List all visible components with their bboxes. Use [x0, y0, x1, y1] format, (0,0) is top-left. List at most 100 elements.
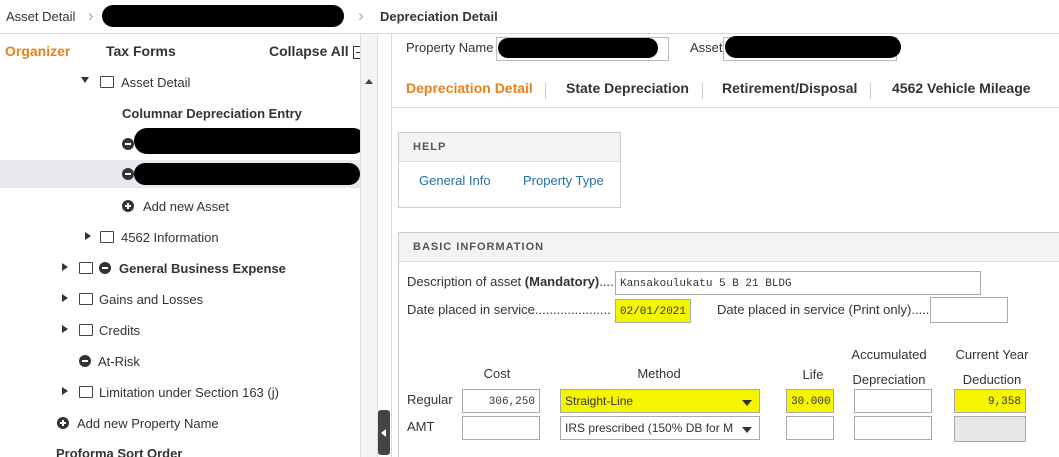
tree-item-label: Limitation under Section 163 (j)	[99, 385, 279, 400]
col-header-cost: Cost	[483, 366, 511, 381]
tree-item-credits[interactable]: Credits	[0, 316, 360, 344]
tree-item-label: 4562 Information	[121, 230, 219, 245]
tab-depreciation-detail[interactable]: Depreciation Detail	[406, 80, 533, 96]
detail-tabs: Depreciation Detail State Depreciation R…	[392, 72, 1059, 108]
tree-item-label: At-Risk	[98, 354, 140, 369]
description-label: Description of asset (Mandatory)....	[407, 274, 614, 289]
tab-divider	[545, 82, 546, 99]
collapse-all-button[interactable]: Collapse All	[269, 43, 366, 59]
redacted-breadcrumb	[102, 5, 344, 27]
general-info-link[interactable]: General Info	[419, 173, 491, 188]
redacted-asset-field	[725, 36, 901, 58]
tree-item-add-property[interactable]: Add new Property Name	[0, 409, 360, 437]
tree-item-limitation-163j[interactable]: Limitation under Section 163 (j)	[0, 378, 360, 406]
breadcrumb-asset-detail[interactable]: Asset Detail	[6, 9, 75, 24]
amt-label: AMT	[407, 419, 435, 434]
regular-label: Regular	[407, 392, 453, 407]
regular-accum-depreciation-input[interactable]	[854, 389, 932, 413]
tree-item-add-asset[interactable]: Add new Asset	[0, 192, 360, 220]
tree-item-4562-information[interactable]: 4562 Information	[0, 223, 360, 251]
tree-item-asset-2[interactable]	[0, 160, 360, 188]
amt-deduction-input	[954, 416, 1026, 442]
amt-method-select[interactable]: IRS prescribed (150% DB for M	[560, 416, 760, 440]
chevron-down-icon	[742, 427, 752, 433]
organizer-tabs: Organizer Tax Forms Collapse All	[0, 34, 376, 68]
breadcrumb-depreciation-detail: Depreciation Detail	[380, 9, 498, 24]
regular-deduction-input[interactable]: 9,358	[954, 389, 1026, 413]
left-scrollbar[interactable]	[360, 34, 378, 457]
regular-life-input[interactable]: 30.000	[786, 389, 834, 413]
tree-item-label: General Business Expense	[119, 261, 286, 276]
amt-cost-input[interactable]	[462, 416, 540, 440]
regular-cost-input[interactable]: 306,250	[462, 389, 540, 413]
minus-circle-icon	[122, 168, 134, 180]
plus-circle-icon	[122, 200, 134, 212]
tree-item-proforma[interactable]: Proforma Sort Order	[0, 439, 360, 457]
amt-life-input[interactable]	[786, 416, 834, 440]
col-header-accumulated: Accumulated	[851, 347, 927, 362]
col-header-depreciation: Depreciation	[852, 372, 926, 387]
col-header-deduction: Deduction	[962, 372, 1022, 387]
tree-item-label: Gains and Losses	[99, 292, 204, 307]
chevron-right-icon[interactable]	[62, 294, 68, 302]
tab-divider	[870, 82, 871, 99]
chevron-right-icon[interactable]	[62, 325, 68, 333]
basic-information-panel: BASIC INFORMATION Description of asset (…	[398, 232, 1059, 457]
col-header-method: Method	[637, 366, 681, 381]
tree-item-columnar[interactable]: Columnar Depreciation Entry	[0, 99, 360, 127]
date-placed-print-input[interactable]	[930, 297, 1008, 323]
amt-method-value: IRS prescribed (150% DB for M	[565, 421, 734, 435]
chevron-right-icon[interactable]	[85, 232, 91, 240]
chevron-down-icon	[742, 400, 752, 406]
basic-information-header: BASIC INFORMATION	[399, 233, 1059, 262]
tab-4562-vehicle-mileage[interactable]: 4562 Vehicle Mileage	[892, 80, 1031, 96]
description-input[interactable]: Kansakoulukatu 5 B 21 BLDG	[615, 271, 981, 295]
collapse-pane-handle[interactable]	[378, 410, 390, 455]
tree-item-label: Add new Asset	[143, 199, 229, 214]
tree-item-asset-1[interactable]	[0, 128, 366, 158]
breadcrumb: Asset Detail › › Depreciation Detail	[0, 0, 1059, 34]
minus-circle-icon	[122, 138, 134, 150]
detail-pane: Property Name Asset Depreciation Detail …	[392, 34, 1059, 457]
col-header-life: Life	[802, 367, 824, 382]
tab-organizer[interactable]: Organizer	[5, 43, 70, 59]
tab-retirement-disposal[interactable]: Retirement/Disposal	[722, 80, 857, 96]
chevron-right-icon[interactable]	[62, 387, 68, 395]
chevron-right-icon[interactable]	[62, 263, 68, 271]
minus-circle-icon	[79, 355, 91, 367]
amt-accum-depreciation-input[interactable]	[854, 416, 932, 440]
tree-item-label: Add new Property Name	[77, 416, 219, 431]
tree-item-at-risk[interactable]: At-Risk	[0, 347, 360, 375]
help-panel-header: HELP	[399, 133, 620, 162]
redacted-property-name	[498, 38, 658, 58]
folder-icon	[79, 324, 93, 336]
tree-item-label: Proforma Sort Order	[56, 446, 183, 457]
redacted-asset	[134, 163, 360, 185]
folder-icon	[100, 231, 114, 243]
collapse-all-label: Collapse All	[269, 43, 349, 59]
organizer-pane: Organizer Tax Forms Collapse All Asset D…	[0, 34, 376, 457]
date-placed-input[interactable]: 02/01/2021	[615, 299, 691, 323]
scroll-up-icon[interactable]	[365, 79, 373, 84]
tab-tax-forms[interactable]: Tax Forms	[106, 43, 176, 59]
date-placed-print-label: Date placed in service (Print only).....…	[717, 302, 934, 317]
chevron-right-icon: ›	[358, 6, 364, 25]
property-name-label: Property Name	[406, 40, 494, 55]
tree-item-general-business-expense[interactable]: General Business Expense	[0, 254, 360, 282]
minus-circle-icon	[99, 262, 111, 274]
plus-circle-icon	[57, 417, 69, 429]
folder-icon	[79, 293, 93, 305]
tree-item-label: Asset Detail	[121, 75, 191, 90]
help-panel: HELP General Info Property Type	[398, 132, 621, 208]
date-placed-label: Date placed in service..................…	[407, 302, 611, 317]
folder-icon	[100, 76, 114, 88]
chevron-down-icon[interactable]	[81, 77, 89, 83]
col-header-current-year: Current Year	[955, 347, 1029, 362]
tree-item-gains-losses[interactable]: Gains and Losses	[0, 285, 360, 313]
tree-item-asset-detail[interactable]: Asset Detail	[0, 68, 360, 96]
folder-icon	[79, 386, 93, 398]
property-type-link[interactable]: Property Type	[523, 173, 604, 188]
tab-state-depreciation[interactable]: State Depreciation	[566, 80, 689, 96]
regular-method-value: Straight-Line	[565, 394, 634, 408]
regular-method-select[interactable]: Straight-Line	[560, 389, 760, 413]
